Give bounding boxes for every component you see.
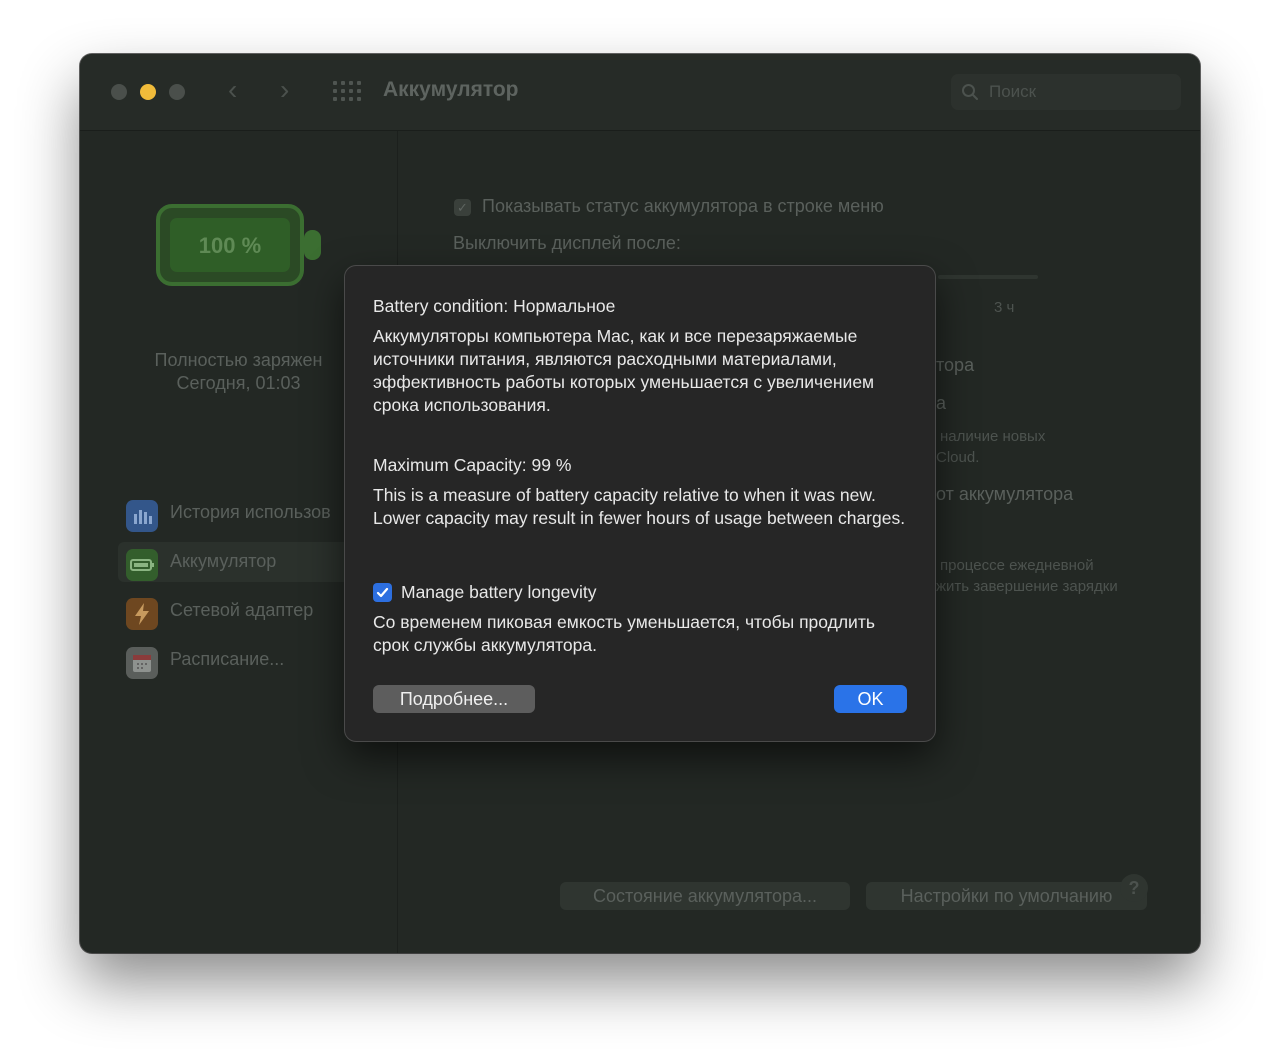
show-status-checkbox[interactable]: ✓ — [454, 199, 471, 216]
sidebar-item-label: Аккумулятор — [170, 551, 277, 571]
battery-status-button[interactable]: Состояние аккумулятора... — [560, 882, 850, 910]
calendar-icon — [126, 647, 158, 679]
search-placeholder: Поиск — [989, 82, 1037, 101]
battery-condition-title: Battery condition: Нормальное — [373, 296, 616, 316]
sidebar-item-label: Сетевой адаптер — [170, 600, 314, 620]
restore-defaults-button[interactable]: Настройки по умолчанию — [866, 882, 1147, 910]
manage-longevity-checkbox[interactable] — [373, 583, 392, 602]
obscured-option-text-2: а — [936, 393, 947, 413]
minimize-window-button[interactable] — [140, 84, 156, 100]
sidebar-item-label: История использов — [170, 502, 331, 522]
slider-max-label: 3 ч — [994, 299, 1015, 316]
battery-condition-dialog: Battery condition: Нормальное Аккумулято… — [345, 266, 935, 741]
obscured-note-line2: Cloud. — [936, 449, 980, 466]
battery-condition-description: Аккумуляторы компьютера Mac, как и все п… — [373, 326, 875, 415]
battery-percent-label: 100 % — [199, 233, 261, 258]
more-info-button[interactable]: Подробнее... — [373, 685, 535, 713]
ok-button[interactable]: OK — [834, 685, 907, 713]
show-all-grid-icon[interactable] — [333, 81, 361, 103]
checkmark-icon — [376, 587, 389, 598]
search-field[interactable]: Поиск — [951, 74, 1181, 110]
close-window-button[interactable] — [111, 84, 127, 100]
manage-longevity-label[interactable]: Manage battery longevity — [401, 581, 901, 604]
maximum-capacity-description: This is a measure of battery capacity re… — [373, 485, 906, 528]
back-arrow-icon[interactable]: ‹ — [228, 76, 237, 104]
help-button[interactable]: ? — [1120, 874, 1148, 902]
sidebar-item-label: Расписание... — [170, 649, 285, 669]
manage-longevity-description: Со временем пиковая емкость уменьшается,… — [373, 612, 875, 655]
search-icon — [962, 84, 978, 100]
obscured-option-text-3: от аккумулятора — [936, 484, 1074, 504]
maximum-capacity-title: Maximum Capacity: 99 % — [373, 455, 572, 475]
title-bar: ‹ › Аккумулятор Поиск — [80, 54, 1200, 131]
show-status-label: Показывать статус аккумулятора в строке … — [482, 196, 884, 216]
forward-arrow-icon[interactable]: › — [280, 76, 289, 104]
window-title: Аккумулятор — [383, 78, 519, 101]
zoom-window-button[interactable] — [169, 84, 185, 100]
obscured-note-line3: процессе ежедневной — [940, 557, 1094, 574]
turn-off-display-label: Выключить дисплей после: — [453, 233, 681, 253]
obscured-note-line4: жить завершение зарядки — [936, 578, 1118, 595]
obscured-note-line1: наличие новых — [940, 428, 1046, 445]
display-sleep-slider[interactable] — [938, 275, 1038, 279]
usage-history-icon — [126, 500, 158, 532]
power-adapter-icon — [126, 598, 158, 630]
battery-icon — [126, 549, 158, 581]
obscured-option-text-1: тора — [936, 355, 975, 375]
battery-level-icon: 100 % — [156, 204, 321, 286]
